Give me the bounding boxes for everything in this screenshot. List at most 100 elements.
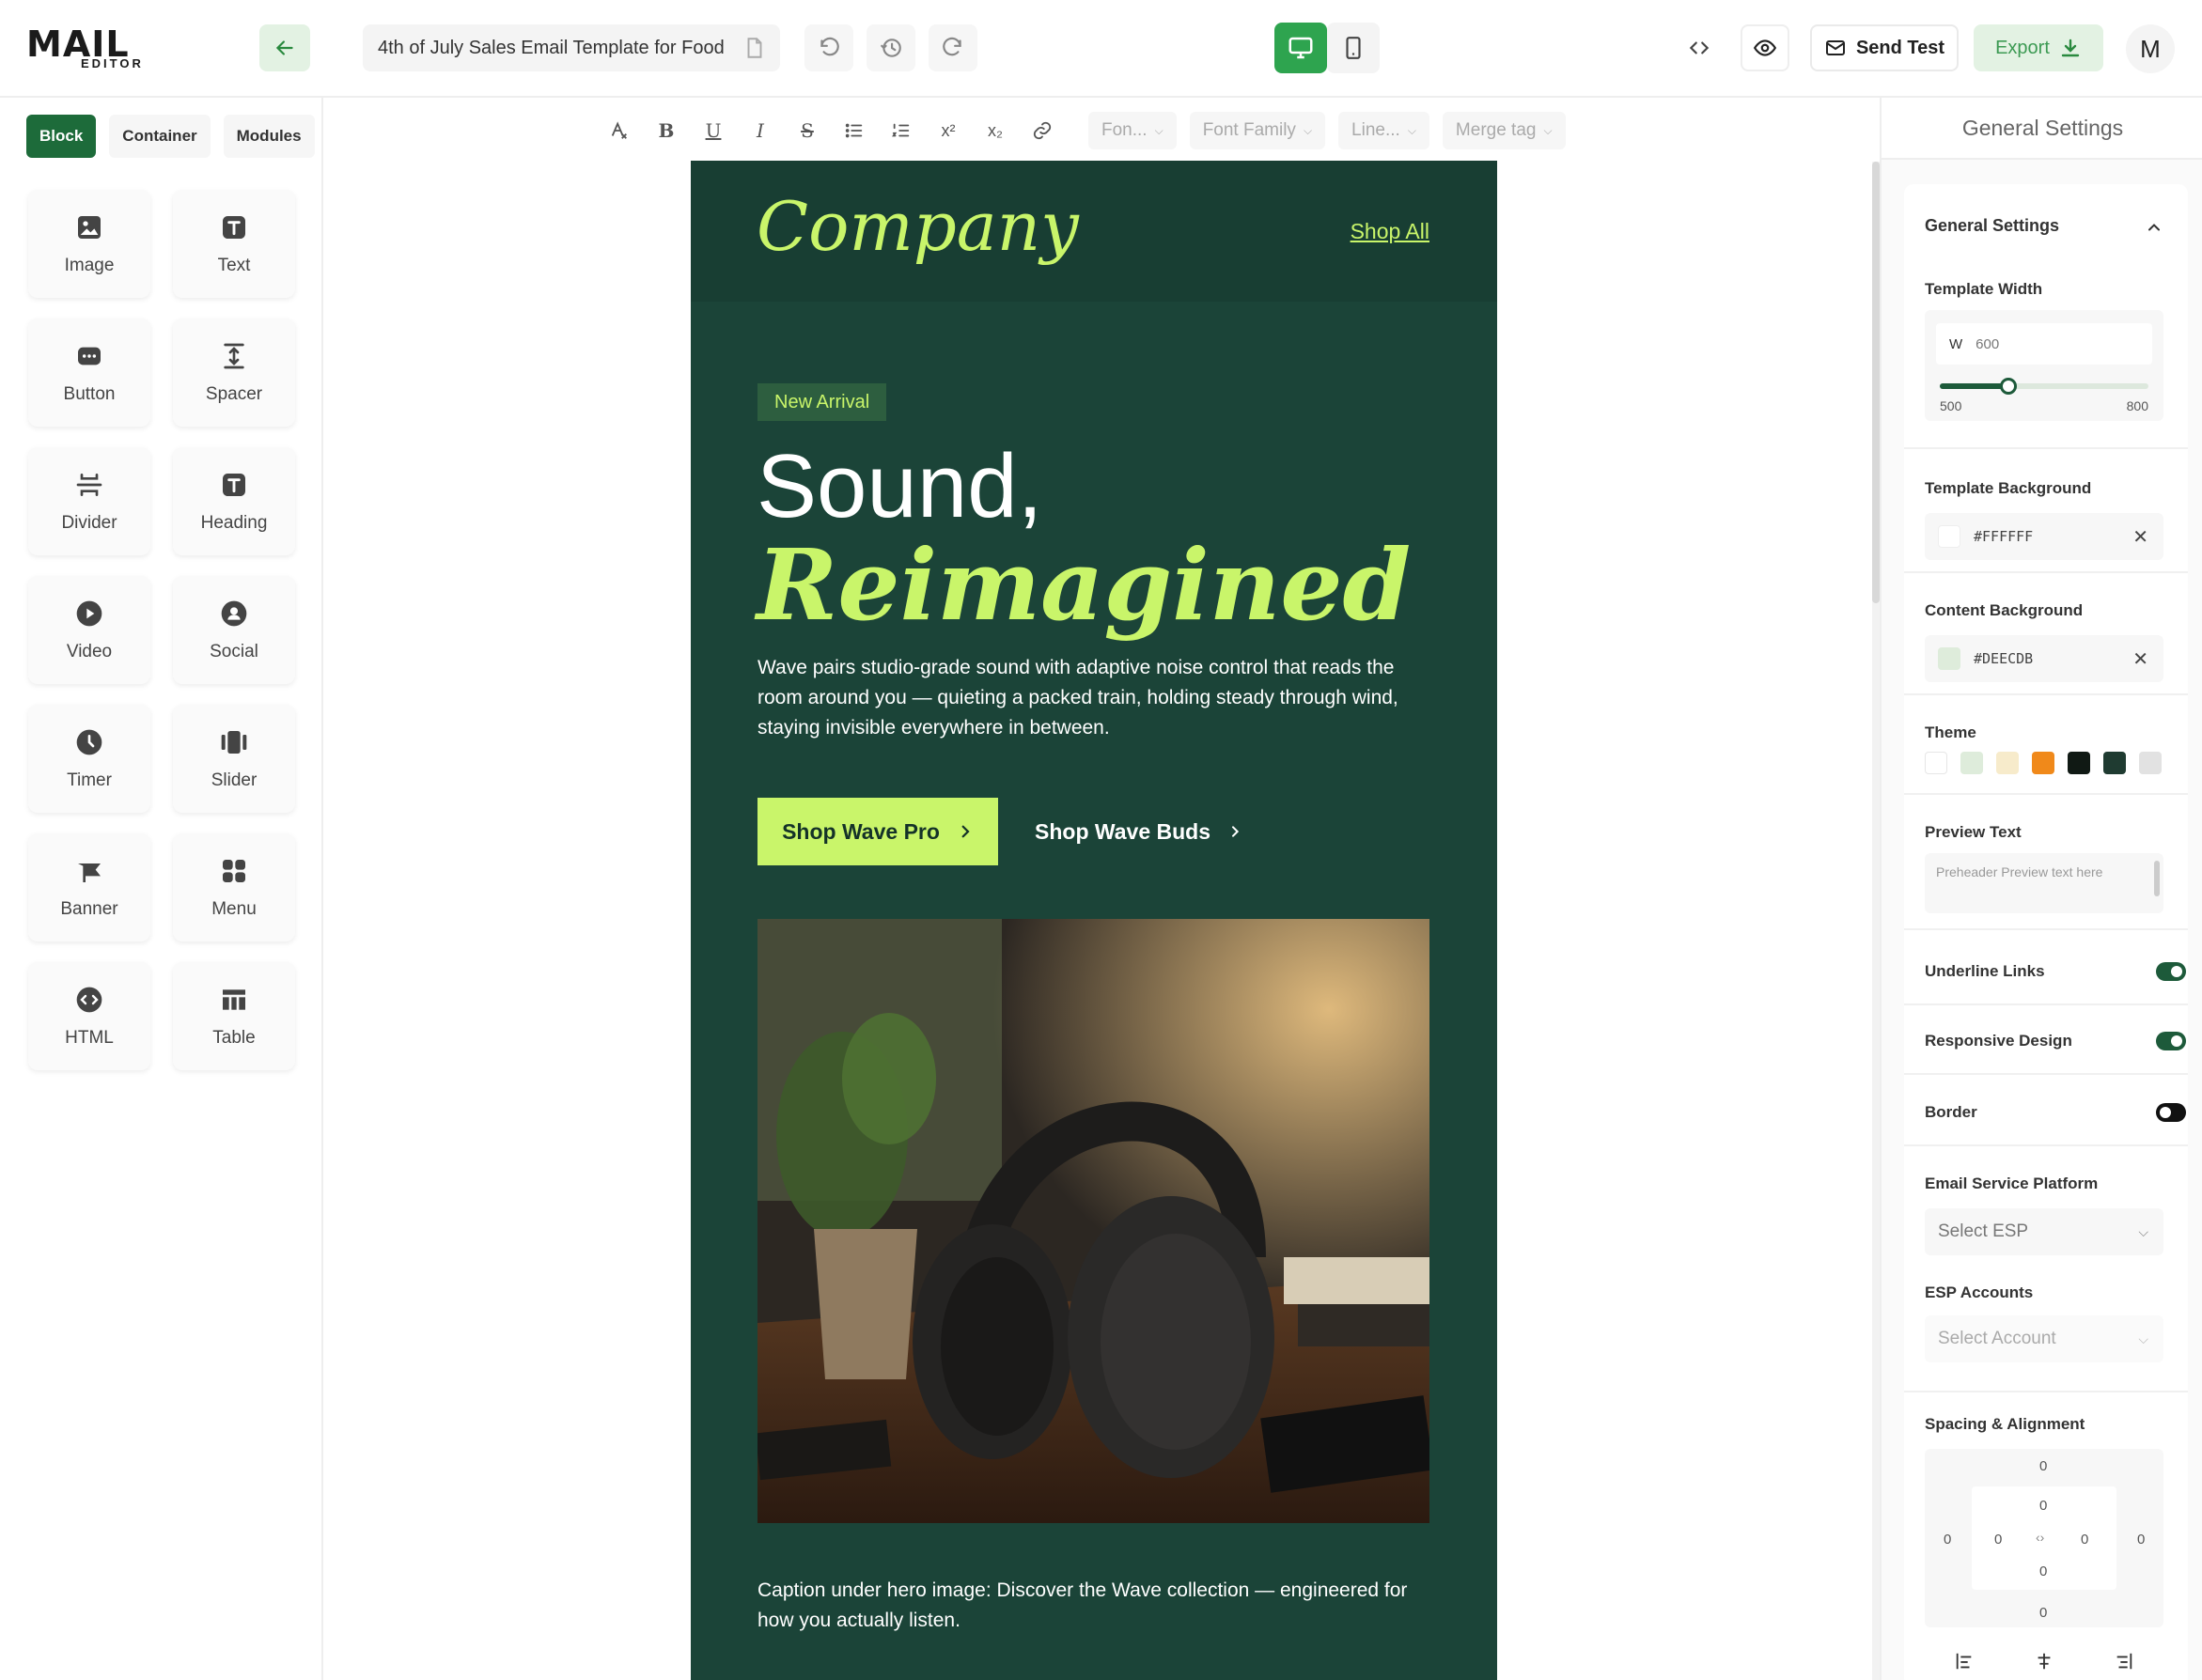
template-background-input[interactable]: #FFFFFF ✕: [1925, 513, 2163, 560]
inner-left-input[interactable]: 0: [1994, 1532, 2002, 1548]
shop-wave-pro-button[interactable]: Shop Wave Pro: [757, 798, 998, 865]
clear-icon[interactable]: ✕: [2132, 647, 2148, 671]
block-heading[interactable]: Heading: [173, 447, 295, 555]
align-left-icon[interactable]: [1954, 1651, 1975, 1672]
block-html[interactable]: HTML: [28, 962, 150, 1070]
clear-icon[interactable]: ✕: [2132, 525, 2148, 549]
back-button[interactable]: [259, 24, 310, 71]
headline-line1[interactable]: Sound,: [757, 435, 1042, 538]
inner-bottom-input[interactable]: 0: [2039, 1563, 2047, 1579]
divider: [1904, 1073, 2188, 1075]
block-image[interactable]: Image: [28, 190, 150, 298]
template-width-input[interactable]: W 600: [1936, 323, 2152, 365]
block-button[interactable]: Button: [28, 319, 150, 427]
clear-format-button[interactable]: [596, 107, 643, 154]
bullet-list-button[interactable]: [831, 107, 878, 154]
content-background-input[interactable]: #DEECDB ✕: [1925, 635, 2163, 682]
subscript-button[interactable]: x₂: [972, 107, 1019, 154]
tab-modules[interactable]: Modules: [223, 115, 315, 158]
theme-swatch[interactable]: [1925, 752, 1947, 774]
width-slider-track[interactable]: [1940, 378, 2148, 395]
theme-swatch[interactable]: [2032, 752, 2054, 774]
superscript-button[interactable]: x²: [925, 107, 972, 154]
tab-container[interactable]: Container: [109, 115, 211, 158]
block-spacer[interactable]: Spacer: [173, 319, 295, 427]
theme-swatch[interactable]: [2068, 752, 2090, 774]
outer-top-input[interactable]: 0: [2039, 1458, 2047, 1474]
border-toggle[interactable]: [2156, 1103, 2186, 1122]
template-width-control: W 600 500 800: [1925, 310, 2163, 421]
email-body-text[interactable]: Wave pairs studio-grade sound with adapt…: [757, 653, 1444, 743]
chevron-down-icon: ⌵: [1407, 123, 1416, 137]
block-video[interactable]: Video: [28, 576, 150, 684]
block-menu[interactable]: Menu: [173, 833, 295, 941]
email-logo[interactable]: Company: [757, 187, 1079, 266]
preview-button[interactable]: [1741, 24, 1789, 71]
chevron-down-icon: ⌵: [1543, 123, 1553, 137]
responsive-design-toggle[interactable]: [2156, 1032, 2186, 1050]
width-slider-knob[interactable]: [2000, 378, 2018, 395]
strikethrough-button[interactable]: S: [784, 107, 831, 154]
hero-image[interactable]: [757, 919, 1429, 1523]
italic-button[interactable]: I: [737, 107, 784, 154]
inner-top-input[interactable]: 0: [2039, 1498, 2047, 1514]
outer-bottom-input[interactable]: 0: [2039, 1605, 2047, 1621]
numbered-list-button[interactable]: [878, 107, 925, 154]
inner-right-input[interactable]: 0: [2081, 1532, 2088, 1548]
preview-text-input[interactable]: Preheader Preview text here: [1925, 853, 2163, 913]
document-title-input[interactable]: 4th of July Sales Email Template for Foo…: [363, 24, 780, 71]
block-table[interactable]: Table: [173, 962, 295, 1070]
chevron-up-icon[interactable]: [2145, 218, 2163, 237]
send-test-button[interactable]: Send Test: [1810, 24, 1959, 71]
history-button[interactable]: [867, 24, 915, 71]
mobile-view-button[interactable]: [1327, 23, 1380, 73]
undo-button[interactable]: [804, 24, 853, 71]
mail-icon: [1825, 40, 1845, 55]
underline-button[interactable]: U: [690, 107, 737, 154]
theme-swatch[interactable]: [1960, 752, 1983, 774]
font-size-select[interactable]: Fon... ⌵: [1088, 112, 1177, 149]
link-spacing-icon[interactable]: ‹›: [2036, 1530, 2044, 1545]
color-swatch: [1938, 647, 1960, 670]
shop-all-link[interactable]: Shop All: [1351, 219, 1429, 244]
merge-tag-select[interactable]: Merge tag ⌵: [1442, 112, 1566, 149]
esp-select[interactable]: Select ESP ⌵: [1925, 1208, 2163, 1255]
export-button[interactable]: Export: [1974, 24, 2103, 71]
outer-right-input[interactable]: 0: [2137, 1532, 2145, 1548]
bold-button[interactable]: B: [643, 107, 690, 154]
new-arrival-badge[interactable]: New Arrival: [757, 383, 887, 421]
email-canvas[interactable]: Company Shop All New Arrival Sound, Reim…: [691, 161, 1497, 1680]
desktop-view-button[interactable]: [1274, 23, 1327, 73]
underline-links-toggle[interactable]: [2156, 962, 2186, 981]
headline-line2[interactable]: Reimagined: [757, 527, 1411, 643]
block-social[interactable]: Social: [173, 576, 295, 684]
align-right-icon[interactable]: [2114, 1651, 2134, 1672]
avatar[interactable]: M: [2126, 24, 2175, 73]
block-divider[interactable]: Divider: [28, 447, 150, 555]
block-slider[interactable]: Slider: [173, 705, 295, 813]
textarea-scrollbar[interactable]: [2154, 861, 2160, 896]
link-button[interactable]: [1019, 107, 1066, 154]
outer-left-input[interactable]: 0: [1944, 1532, 1951, 1548]
shop-wave-buds-link[interactable]: Shop Wave Buds: [1035, 798, 1242, 865]
line-height-select[interactable]: Line... ⌵: [1338, 112, 1429, 149]
hero-caption[interactable]: Caption under hero image: Discover the W…: [757, 1576, 1444, 1636]
esp-account-select[interactable]: Select Account ⌵: [1925, 1315, 2163, 1362]
color-swatch: [1938, 525, 1960, 548]
divider: [1904, 1391, 2188, 1392]
align-center-icon[interactable]: [2034, 1651, 2054, 1672]
redo-button[interactable]: [929, 24, 977, 71]
block-banner[interactable]: Banner: [28, 833, 150, 941]
theme-swatch[interactable]: [1996, 752, 2019, 774]
font-family-select[interactable]: Font Family ⌵: [1189, 112, 1326, 149]
theme-swatch[interactable]: [2103, 752, 2126, 774]
canvas-scrollbar[interactable]: [1872, 162, 1880, 1680]
email-header[interactable]: Company Shop All: [691, 161, 1497, 302]
block-text[interactable]: Text: [173, 190, 295, 298]
scrollbar-thumb[interactable]: [1872, 162, 1880, 603]
theme-swatch[interactable]: [2139, 752, 2162, 774]
tab-block[interactable]: Block: [26, 115, 97, 158]
section-header[interactable]: General Settings: [1925, 216, 2059, 236]
code-view-button[interactable]: [1675, 24, 1724, 71]
block-timer[interactable]: Timer: [28, 705, 150, 813]
